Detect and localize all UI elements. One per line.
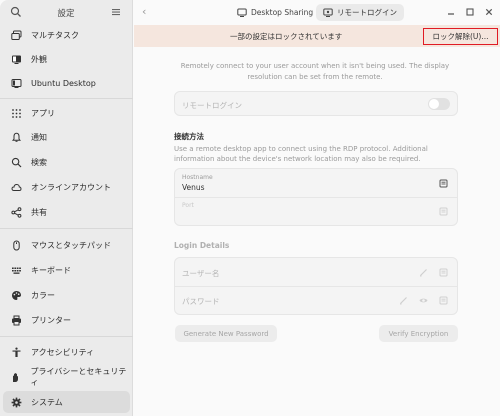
- bell-icon: [10, 131, 22, 143]
- sidebar-item-accessibility[interactable]: アクセシビリティ: [3, 341, 130, 363]
- palette-icon: [10, 289, 22, 301]
- sidebar-item-label: プリンター: [31, 315, 71, 325]
- sidebar-item-label: 外観: [31, 54, 47, 64]
- remote-login-icon: [323, 8, 333, 18]
- copy-icon[interactable]: [439, 179, 448, 188]
- sidebar-item-label: プライバシーとセキュリティ: [30, 367, 127, 387]
- sidebar-item-label: アプリ: [31, 108, 55, 118]
- sidebar-item-color[interactable]: カラー: [3, 284, 130, 306]
- hostname-label: Hostname: [182, 174, 213, 181]
- edit-pencil-icon[interactable]: [399, 296, 408, 305]
- sidebar-item-label: Ubuntu Desktop: [31, 78, 96, 88]
- sidebar-item-label: キーボード: [31, 265, 71, 275]
- sidebar-item-label: マルチタスク: [31, 30, 79, 40]
- login-details-title: Login Details: [174, 241, 230, 250]
- remote-login-description: Remotely connect to your user account wh…: [180, 62, 450, 81]
- sidebar-item-notifications[interactable]: 通知: [3, 126, 130, 148]
- sidebar-item-label: システム: [31, 397, 63, 407]
- sidebar-separator: [0, 228, 133, 229]
- sidebar: 設定 マルチタスク 外観 Ubuntu Desktop アプリ 通知 検索 オン…: [0, 0, 133, 416]
- back-chevron-icon[interactable]: ‹: [142, 5, 156, 19]
- breadcrumb-desktop-sharing[interactable]: Desktop Sharing: [237, 5, 313, 20]
- minimize-icon[interactable]: [446, 7, 456, 17]
- desktop-icon: [237, 8, 247, 18]
- connection-section-title: 接続方法: [174, 132, 204, 141]
- port-label: Port: [182, 202, 194, 209]
- connection-card: Hostname Venus Port: [174, 168, 458, 226]
- maximize-icon[interactable]: [465, 7, 475, 17]
- remote-login-switch[interactable]: [428, 98, 450, 110]
- verify-encryption-button[interactable]: Verify Encryption: [379, 325, 458, 342]
- breadcrumb-label: Desktop Sharing: [251, 8, 314, 17]
- sidebar-item-privacy-security[interactable]: プライバシーとセキュリティ: [3, 366, 130, 388]
- sidebar-item-ubuntu-desktop[interactable]: Ubuntu Desktop: [3, 72, 130, 94]
- banner-text: 一部の設定はロックされています: [230, 32, 343, 41]
- sidebar-item-label: アクセシビリティ: [31, 347, 95, 357]
- sidebar-item-label: オンラインアカウント: [31, 182, 111, 192]
- connection-hint: Use a remote desktop app to connect usin…: [174, 145, 428, 163]
- search-icon: [10, 156, 22, 168]
- unlock-button[interactable]: ロック解除(U)...: [423, 28, 498, 45]
- locked-settings-banner: 一部の設定はロックされています ロック解除(U)...: [134, 25, 500, 47]
- row-divider: [175, 197, 457, 198]
- remote-login-label: リモートログイン: [182, 101, 242, 110]
- sidebar-separator: [0, 336, 133, 337]
- settings-window: 設定 マルチタスク 外観 Ubuntu Desktop アプリ 通知 検索 オン…: [0, 0, 500, 416]
- multitask-icon: [10, 29, 22, 41]
- breadcrumb-remote-login[interactable]: リモートログイン: [316, 4, 404, 21]
- sidebar-item-search[interactable]: 検索: [3, 151, 130, 173]
- sidebar-item-sharing[interactable]: 共有: [3, 201, 130, 223]
- sidebar-item-mouse-touchpad[interactable]: マウスとタッチパッド: [3, 234, 130, 256]
- sidebar-item-label: 検索: [31, 157, 47, 167]
- login-details-card: ユーザー名 パスワード: [174, 257, 458, 315]
- online-accounts-icon: [10, 181, 22, 193]
- sidebar-separator: [0, 98, 133, 99]
- generate-new-password-button[interactable]: Generate New Password: [175, 325, 277, 342]
- password-field[interactable]: パスワード: [182, 296, 220, 307]
- hamburger-menu-icon[interactable]: [110, 6, 122, 18]
- sidebar-item-system[interactable]: システム: [3, 391, 130, 413]
- copy-icon[interactable]: [439, 296, 448, 305]
- edit-pencil-icon[interactable]: [419, 268, 428, 277]
- sidebar-header: 設定: [0, 0, 132, 25]
- copy-icon[interactable]: [439, 268, 448, 277]
- sidebar-item-label: カラー: [31, 290, 55, 300]
- appearance-icon: [10, 53, 22, 65]
- show-password-eye-icon[interactable]: [419, 296, 428, 305]
- username-field[interactable]: ユーザー名: [182, 268, 219, 279]
- breadcrumb-label: リモートログイン: [337, 8, 397, 17]
- sidebar-item-apps[interactable]: アプリ: [3, 102, 130, 124]
- apps-grid-icon: [10, 107, 22, 119]
- sidebar-item-keyboard[interactable]: キーボード: [3, 259, 130, 281]
- sidebar-item-label: マウスとタッチパッド: [31, 240, 111, 250]
- accessibility-icon: [10, 346, 22, 358]
- header-bar: ‹ Desktop Sharing リモートログイン: [134, 0, 500, 25]
- mouse-icon: [10, 239, 22, 251]
- sidebar-item-online-accounts[interactable]: オンラインアカウント: [3, 176, 130, 198]
- sidebar-item-multitask[interactable]: マルチタスク: [3, 24, 130, 46]
- row-divider: [175, 286, 457, 287]
- sidebar-item-appearance[interactable]: 外観: [3, 48, 130, 70]
- ubuntu-desktop-icon: [10, 77, 22, 89]
- keyboard-icon: [10, 264, 22, 276]
- sidebar-item-label: 共有: [31, 207, 47, 217]
- share-icon: [10, 206, 22, 218]
- printer-icon: [10, 314, 22, 326]
- close-icon[interactable]: [484, 7, 494, 17]
- sidebar-item-label: 通知: [31, 132, 47, 142]
- sidebar-item-printers[interactable]: プリンター: [3, 309, 130, 331]
- remote-login-row: リモートログイン: [174, 91, 458, 116]
- system-gear-icon: [10, 396, 22, 408]
- privacy-hand-icon: [10, 371, 22, 383]
- hostname-value: Venus: [182, 183, 205, 192]
- copy-icon[interactable]: [439, 207, 448, 216]
